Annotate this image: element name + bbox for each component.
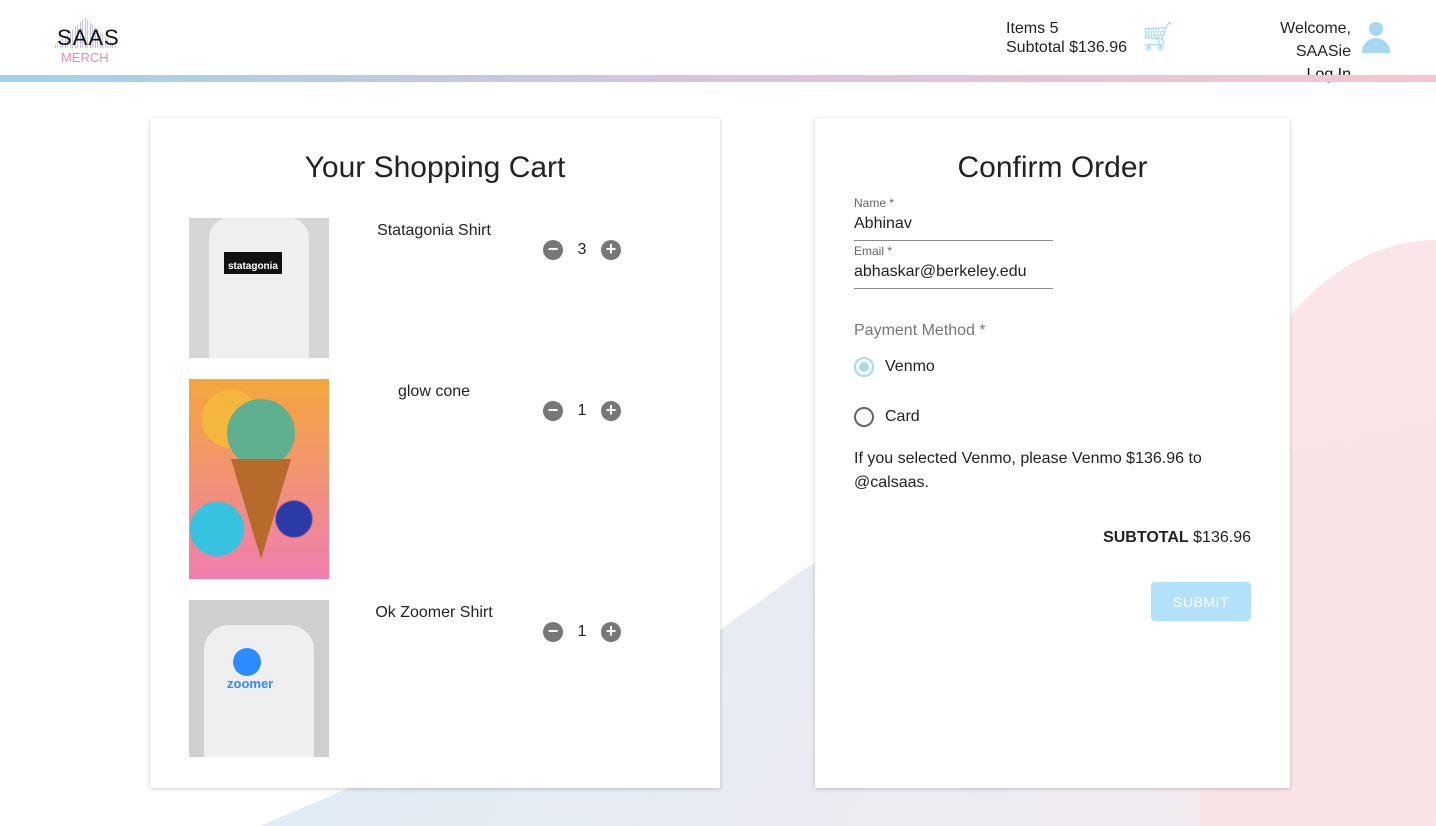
shirt-print: statagonia — [224, 252, 282, 274]
order-title: Confirm Order — [957, 151, 1148, 184]
cart-summary: Items 5 Subtotal $136.96 — [1006, 19, 1127, 57]
radio-checked-icon[interactable] — [854, 357, 874, 377]
logo-text: SAAS — [57, 25, 120, 50]
cart-title: Your Shopping Cart — [304, 151, 566, 184]
logo-subtext: MERCH — [61, 50, 109, 65]
radio-unchecked-icon[interactable] — [854, 407, 874, 427]
name-field[interactable]: Name * Abhinav — [854, 196, 1053, 241]
header-divider — [0, 75, 1436, 82]
header-subtotal: Subtotal $136.96 — [1006, 39, 1127, 56]
email-input[interactable]: abhaskar@berkeley.edu — [854, 258, 1053, 288]
quantity: 1 — [577, 402, 587, 419]
shopping-cart-panel: Your Shopping Cart statagonia Statagonia… — [150, 118, 720, 788]
payment-method-label: Payment Method * — [854, 322, 986, 339]
radio-card[interactable]: Card — [854, 407, 920, 427]
radio-label: Venmo — [885, 358, 935, 375]
email-field[interactable]: Email * abhaskar@berkeley.edu — [854, 244, 1053, 289]
logo[interactable]: SAAS MERCH — [52, 18, 120, 66]
subtotal-value: $136.96 — [1193, 529, 1251, 546]
name-input[interactable]: Abhinav — [854, 210, 1053, 240]
email-label: Email * — [854, 244, 893, 258]
item-image: statagonia — [189, 218, 329, 358]
decrease-button[interactable]: − — [543, 240, 563, 260]
item-image: zoomer — [189, 600, 329, 757]
quantity: 3 — [577, 241, 587, 258]
item-name: Statagonia Shirt — [377, 222, 491, 239]
radio-venmo[interactable]: Venmo — [854, 357, 935, 377]
radio-label: Card — [885, 408, 920, 425]
decrease-button[interactable]: − — [543, 622, 563, 642]
welcome-text: Welcome, SAASie — [1280, 20, 1351, 60]
header: SAAS MERCH Items 5 Subtotal $136.96 🛒︎ W… — [0, 0, 1436, 83]
order-subtotal: SUBTOTAL $136.96 — [1103, 529, 1251, 547]
item-image — [189, 379, 329, 579]
cart-icon[interactable]: 🛒︎ — [1140, 20, 1176, 53]
user-icon[interactable] — [1362, 22, 1390, 54]
quantity: 1 — [577, 623, 587, 640]
submit-button[interactable]: SUBMIT — [1151, 582, 1251, 621]
name-label: Name * — [854, 196, 895, 210]
subtotal-label: SUBTOTAL — [1103, 529, 1189, 546]
decrease-button[interactable]: − — [543, 401, 563, 421]
items-count: Items 5 — [1006, 20, 1059, 37]
item-name: Ok Zoomer Shirt — [375, 604, 493, 621]
increase-button[interactable]: + — [601, 622, 621, 642]
shirt-print: zoomer — [227, 676, 274, 691]
increase-button[interactable]: + — [601, 401, 621, 421]
confirm-order-panel: Confirm Order Name * Abhinav Email * abh… — [815, 118, 1290, 788]
increase-button[interactable]: + — [601, 240, 621, 260]
item-name: glow cone — [397, 383, 471, 400]
venmo-note: If you selected Venmo, please Venmo $136… — [854, 450, 1202, 491]
